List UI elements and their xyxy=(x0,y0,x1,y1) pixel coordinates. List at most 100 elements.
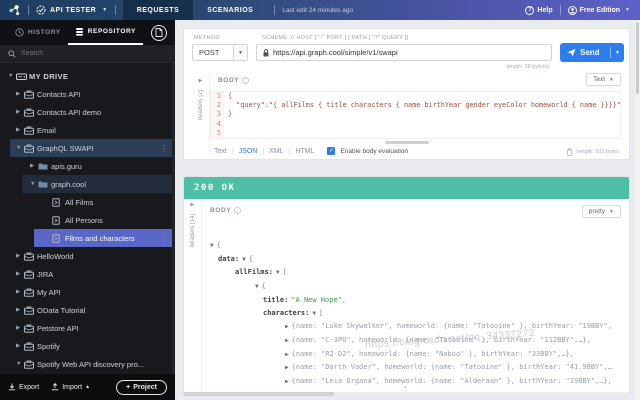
collapse-icon[interactable]: ▼ xyxy=(312,310,316,317)
line-number: 2 xyxy=(211,101,224,111)
body-editor[interactable]: 1{2 "query":"{ allFilms { title characte… xyxy=(210,91,621,139)
sidebar-item-contacts-api[interactable]: ▶ Contacts API xyxy=(0,85,175,103)
response-status-bar: 200 OK xyxy=(184,177,629,199)
chevron-right-icon[interactable]: ▶ xyxy=(16,127,24,133)
body-evaluation-checkbox[interactable]: ✓ xyxy=(327,147,336,155)
expand-icon[interactable]: ▶ xyxy=(285,364,289,371)
user-icon xyxy=(567,5,577,15)
chevron-right-icon[interactable]: ▶ xyxy=(16,343,24,349)
sidebar-item-jira[interactable]: ▶ JIRA xyxy=(0,265,175,283)
repository-stack-icon xyxy=(75,28,83,36)
help-button[interactable]: ? Help xyxy=(525,5,553,15)
chevron-down-icon[interactable]: ▼ xyxy=(611,50,624,56)
search-input[interactable] xyxy=(21,50,141,57)
app-menu[interactable]: API TESTER ▼ xyxy=(36,0,108,20)
chevron-down-icon: ▼ xyxy=(102,7,108,13)
sidebar-item-my-api[interactable]: ▶ My API xyxy=(0,283,175,301)
sidebar-item-graph-cool[interactable]: ▼ graph.cool xyxy=(22,175,175,193)
format-tab-html[interactable]: HTML xyxy=(295,148,314,155)
json-key: characters: xyxy=(263,308,310,317)
sidebar-item-helloworld[interactable]: ▶ HelloWorld xyxy=(0,247,175,265)
view-mode-dropdown[interactable]: pretty ▼ xyxy=(581,205,621,218)
divider xyxy=(274,5,276,15)
sidebar-tab-history[interactable]: HISTORY xyxy=(8,20,68,45)
sidebar-tab-repository[interactable]: REPOSITORY xyxy=(67,20,143,45)
info-icon: i xyxy=(242,77,250,84)
expand-icon[interactable]: ▶ xyxy=(285,351,289,358)
project-icon xyxy=(24,342,37,351)
nav-tab-scenarios[interactable]: SCENARIOS xyxy=(193,0,267,20)
expand-icon[interactable]: ▶ xyxy=(285,337,289,344)
export-button[interactable]: Export xyxy=(8,383,39,391)
import-label: Import xyxy=(62,383,83,391)
drive-icon xyxy=(16,72,29,81)
chevron-right-icon[interactable]: ▶ xyxy=(198,78,202,84)
editor-h-scrollbar[interactable] xyxy=(384,141,429,144)
project-icon xyxy=(24,144,37,153)
sidebar-item-odata-tutorial[interactable]: ▶ OData Tutorial xyxy=(0,301,175,319)
chevron-right-icon[interactable]: ▶ xyxy=(190,202,194,208)
request-headers-rail[interactable]: ▶ headers [2] xyxy=(192,75,210,155)
sidebar-item-spotify-web-api-discovery-pro[interactable]: ▼ Spotify Web API discovery pro... xyxy=(0,355,175,373)
sidebar-item-apis-guru[interactable]: ▶ apis.guru xyxy=(0,157,175,175)
chevron-down-icon[interactable]: ▼ xyxy=(8,73,16,79)
chevron-right-icon[interactable]: ▶ xyxy=(16,109,24,115)
tree-item-label: My API xyxy=(37,287,61,297)
chevron-down-icon[interactable]: ▼ xyxy=(16,361,24,367)
url-field[interactable] xyxy=(256,44,552,61)
chevron-right-icon[interactable]: ▶ xyxy=(16,91,24,97)
new-request-button[interactable] xyxy=(151,24,167,41)
import-button[interactable]: Import ▲ xyxy=(51,383,90,391)
chevron-right-icon[interactable]: ▶ xyxy=(30,163,38,169)
nav-tab-requests[interactable]: REQUESTS xyxy=(122,0,194,20)
chevron-right-icon[interactable]: ▶ xyxy=(16,325,24,331)
chevron-right-icon[interactable]: ▶ xyxy=(16,289,24,295)
chevron-right-icon[interactable]: ▶ xyxy=(16,307,24,313)
format-tab-json[interactable]: JSON xyxy=(239,148,258,155)
sidebar-item-email[interactable]: ▶ Email xyxy=(0,121,175,139)
main-scrollbar[interactable] xyxy=(635,20,640,400)
expand-icon[interactable]: ▶ xyxy=(285,323,289,330)
format-tab-text[interactable]: Text xyxy=(214,148,227,155)
sidebar-item-my-drive[interactable]: ▼ MY DRIVE xyxy=(0,67,175,85)
collapse-icon[interactable]: ▼ xyxy=(242,256,246,263)
sidebar-item-spotify[interactable]: ▶ Spotify xyxy=(0,337,175,355)
collapse-icon[interactable]: ▼ xyxy=(276,269,280,276)
sidebar-item-petstore-api[interactable]: ▶ Petstore API xyxy=(0,319,175,337)
sidebar-item-contacts-api-demo[interactable]: ▶ Contacts API demo xyxy=(0,103,175,121)
json-tree-row: ▶ {name: "Darth Vader", homeworld: {name:… xyxy=(202,361,627,375)
response-headers-rail[interactable]: ▶ headers [14] xyxy=(184,199,202,396)
chevron-down-icon: ▼ xyxy=(625,7,630,13)
import-icon xyxy=(52,383,59,391)
kebab-menu-icon[interactable]: ⋮ xyxy=(160,144,168,153)
collapse-icon[interactable]: ▼ xyxy=(255,283,259,290)
method-select[interactable]: POST ▼ xyxy=(192,44,248,61)
collapse-icon[interactable]: ▼ xyxy=(210,242,214,249)
send-button[interactable]: Send ▼ xyxy=(560,43,624,62)
kebab-menu-icon[interactable]: ⋮ xyxy=(160,234,168,243)
sidebar-item-all-films[interactable]: All Films xyxy=(0,193,175,211)
format-tab-xml[interactable]: XML xyxy=(269,148,283,155)
edition-menu[interactable]: Free Edition ▼ xyxy=(567,5,630,15)
sidebar-search[interactable] xyxy=(0,45,175,63)
chevron-right-icon[interactable]: ▶ xyxy=(16,271,24,277)
response-h-scrollbar[interactable] xyxy=(184,392,629,396)
chevron-right-icon[interactable]: ▶ xyxy=(16,253,24,259)
json-punct: { xyxy=(261,282,266,291)
sidebar-item-films-and-characters[interactable]: Films and characters ⋮ xyxy=(34,229,175,247)
chevron-down-icon[interactable]: ▼ xyxy=(16,145,24,151)
new-project-button[interactable]: + Project xyxy=(116,379,167,395)
sidebar-scrollbar[interactable] xyxy=(172,63,175,374)
response-json-tree: ▼{data: ▼{allFilms: ▼[▼{title: "A New Hope"… xyxy=(202,239,627,391)
code-text: { xyxy=(228,92,233,100)
sidebar-item-all-persons[interactable]: All Persons xyxy=(0,211,175,229)
chevron-down-icon[interactable]: ▼ xyxy=(30,181,38,187)
app-logo-icon[interactable] xyxy=(8,0,21,20)
project-label: Project xyxy=(133,383,157,391)
expand-icon[interactable]: ▶ xyxy=(285,378,289,385)
tree-item-label: Email xyxy=(37,125,56,135)
body-type-dropdown[interactable]: Text ▼ xyxy=(586,73,621,86)
sidebar-item-graphql-swapi[interactable]: ▼ GraphQL SWAPI ⋮ xyxy=(10,139,175,157)
url-input[interactable] xyxy=(273,48,545,57)
trash-icon[interactable] xyxy=(566,148,573,156)
